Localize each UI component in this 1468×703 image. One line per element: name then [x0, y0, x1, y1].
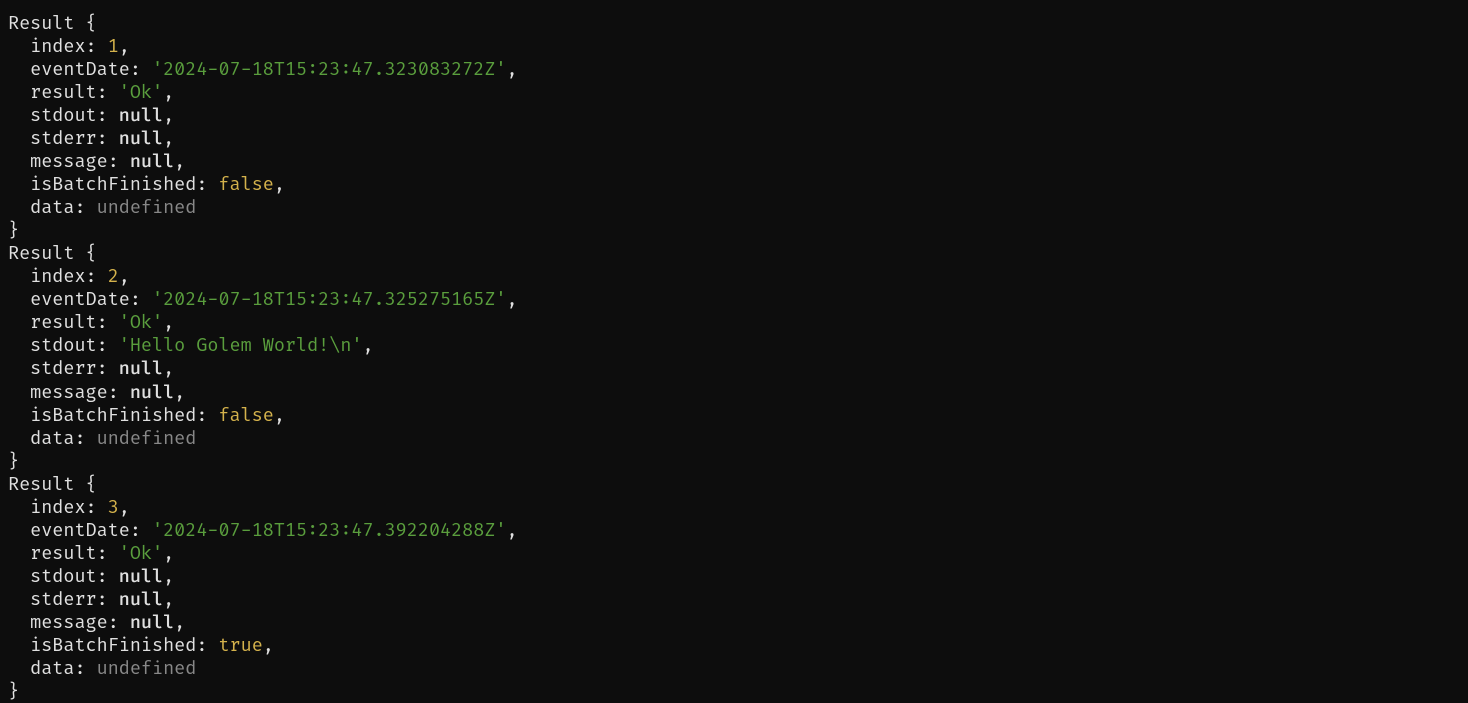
result-block: Result { index: 1, eventDate: '2024-07-1… [8, 12, 518, 242]
type-name: Result [8, 473, 74, 496]
value-isbatchfinished: false [218, 404, 273, 427]
value-stdout: 'Hello Golem World!\n' [119, 334, 363, 357]
value-stderr: null [119, 588, 163, 611]
field-isbatchfinished: isBatchFinished [30, 634, 196, 657]
field-message: message [30, 150, 108, 173]
value-eventdate: '2024-07-18T15:23:47.323083272Z' [152, 58, 506, 81]
field-result: result [30, 311, 96, 334]
value-data: undefined [97, 427, 197, 450]
value-data: undefined [97, 657, 197, 680]
field-message: message [30, 611, 108, 634]
type-name: Result [8, 12, 74, 35]
value-isbatchfinished: true [218, 634, 262, 657]
field-isbatchfinished: isBatchFinished [30, 404, 196, 427]
value-message: null [130, 611, 174, 634]
value-stdout: null [119, 565, 163, 588]
result-block: Result { index: 3, eventDate: '2024-07-1… [8, 473, 518, 703]
value-index: 1 [108, 35, 119, 58]
value-stdout: null [119, 104, 163, 127]
field-message: message [30, 381, 108, 404]
value-stderr: null [119, 357, 163, 380]
field-index: index [30, 35, 85, 58]
value-stderr: null [119, 127, 163, 150]
console-output: Result { index: 1, eventDate: '2024-07-1… [8, 12, 1460, 703]
field-result: result [30, 81, 96, 104]
field-eventdate: eventDate [30, 288, 130, 311]
field-data: data [30, 196, 74, 219]
value-eventdate: '2024-07-18T15:23:47.392204288Z' [152, 519, 506, 542]
value-data: undefined [97, 196, 197, 219]
field-stderr: stderr [30, 357, 96, 380]
result-block: Result { index: 2, eventDate: '2024-07-1… [8, 242, 518, 472]
field-stdout: stdout [30, 104, 96, 127]
field-index: index [30, 496, 85, 519]
value-result: 'Ok' [119, 311, 163, 334]
field-index: index [30, 265, 85, 288]
field-stdout: stdout [30, 565, 96, 588]
type-name: Result [8, 242, 74, 265]
field-eventdate: eventDate [30, 58, 130, 81]
value-message: null [130, 381, 174, 404]
value-index: 3 [108, 496, 119, 519]
value-message: null [130, 150, 174, 173]
field-stdout: stdout [30, 334, 96, 357]
field-data: data [30, 657, 74, 680]
value-eventdate: '2024-07-18T15:23:47.325275165Z' [152, 288, 506, 311]
field-eventdate: eventDate [30, 519, 130, 542]
value-index: 2 [108, 265, 119, 288]
field-result: result [30, 542, 96, 565]
value-isbatchfinished: false [218, 173, 273, 196]
value-result: 'Ok' [119, 542, 163, 565]
field-isbatchfinished: isBatchFinished [30, 173, 196, 196]
field-data: data [30, 427, 74, 450]
field-stderr: stderr [30, 127, 96, 150]
field-stderr: stderr [30, 588, 96, 611]
value-result: 'Ok' [119, 81, 163, 104]
